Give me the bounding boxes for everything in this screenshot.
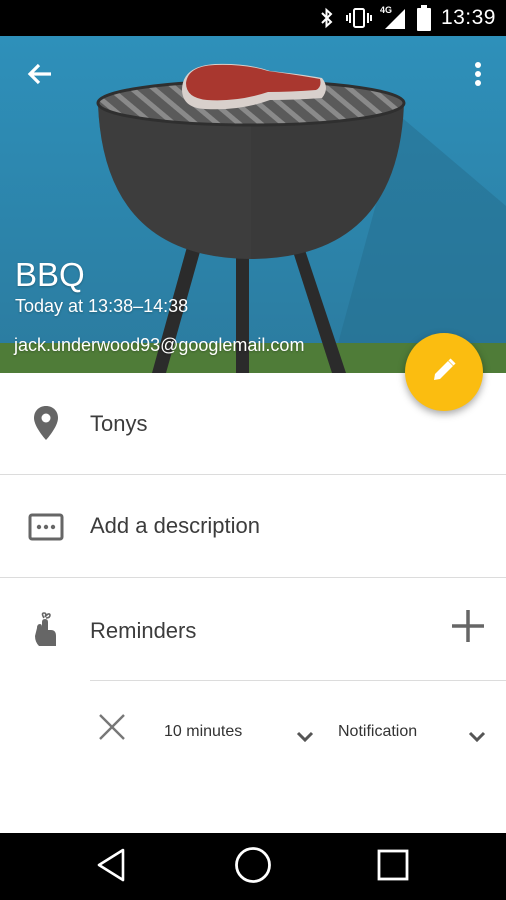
description-row[interactable]: Add a description — [0, 475, 506, 577]
status-time: 13:39 — [440, 6, 496, 29]
arrow-back-icon — [27, 63, 53, 90]
status-icons: 4G 13:39 — [319, 0, 496, 36]
add-reminder-button[interactable] — [448, 608, 488, 648]
event-account: jack.underwood93@googlemail.com — [14, 335, 305, 355]
nav-recents-button[interactable] — [371, 845, 415, 889]
reminder-time-dropdown[interactable]: 10 minutes — [164, 717, 314, 753]
notes-icon — [26, 507, 66, 547]
remove-reminder-button[interactable] — [96, 713, 128, 745]
bluetooth-icon — [319, 6, 335, 30]
back-nav-icon — [95, 848, 127, 887]
edit-event-button[interactable] — [405, 333, 483, 411]
network-type-label: 4G — [379, 5, 392, 15]
status-bar: 4G 13:39 — [0, 0, 506, 36]
event-time-range: Today at 13:38–14:38 — [15, 296, 189, 316]
reminders-label: Reminders — [90, 618, 197, 643]
reminder-method-dropdown[interactable]: Notification — [338, 717, 486, 753]
event-title: BBQ — [15, 256, 85, 293]
location-text: Tonys — [90, 411, 148, 436]
vibrate-icon — [345, 6, 373, 30]
more-options-button[interactable] — [464, 58, 492, 94]
reminder-method-value: Notification — [338, 723, 418, 740]
close-icon — [98, 713, 126, 746]
back-button[interactable] — [18, 58, 62, 94]
chevron-down-icon — [468, 729, 486, 747]
reminder-time-value: 10 minutes — [164, 723, 243, 740]
recents-nav-icon — [377, 849, 409, 886]
location-pin-icon — [26, 403, 66, 443]
reminder-item: 10 minutes Notification — [0, 681, 506, 781]
grill-illustration — [0, 36, 506, 373]
signal-icon: 4G — [379, 5, 407, 31]
pencil-icon — [431, 357, 457, 388]
plus-icon — [451, 609, 485, 648]
more-vert-icon — [474, 61, 482, 92]
reminder-finger-icon — [26, 610, 66, 650]
home-nav-icon — [234, 846, 272, 889]
nav-home-button[interactable] — [231, 845, 275, 889]
nav-back-button[interactable] — [89, 845, 133, 889]
navigation-bar — [0, 833, 506, 900]
reminders-row: Reminders — [0, 578, 506, 680]
battery-icon — [416, 5, 431, 31]
description-placeholder: Add a description — [90, 513, 260, 538]
chevron-down-icon — [296, 729, 314, 747]
event-header: BBQ Today at 13:38–14:38 jack.underwood9… — [0, 36, 506, 373]
